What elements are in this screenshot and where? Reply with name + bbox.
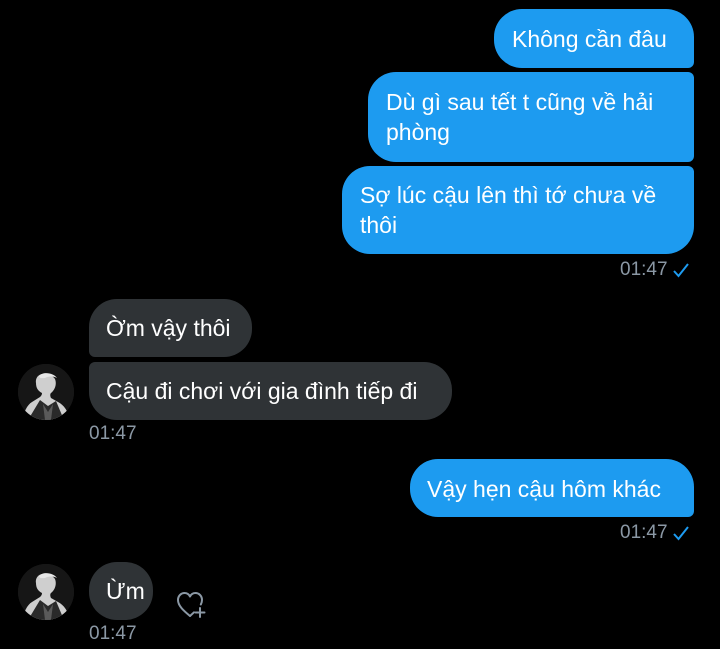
- message-text: Ờm vậy thôi: [106, 315, 231, 341]
- user-avatar[interactable]: [18, 564, 74, 620]
- message-text-line: phòng: [386, 119, 450, 145]
- message-text-line: thôi: [360, 212, 398, 238]
- message-bubble-received[interactable]: Ừm: [89, 562, 153, 620]
- message-text-line: Sợ lúc cậu lên thì tớ chưa về: [360, 182, 657, 208]
- message-timestamp: 01:47: [89, 423, 137, 444]
- message-timestamp: 01:47: [620, 522, 690, 544]
- message-text: Không cần đâu: [512, 26, 667, 52]
- message-bubble-received[interactable]: Ờm vậy thôi: [89, 299, 252, 357]
- user-avatar[interactable]: [18, 364, 74, 420]
- message-timestamp: 01:47: [89, 623, 137, 644]
- message-bubble-sent[interactable]: Không cần đâu: [494, 9, 694, 68]
- message-bubble-sent[interactable]: Vậy hẹn cậu hôm khác: [410, 459, 694, 517]
- message-text: Cậu đi chơi với gia đình tiếp đi: [106, 378, 418, 404]
- avatar-image: [18, 564, 74, 620]
- message-bubble-sent[interactable]: Sợ lúc cậu lên thì tớ chưa về thôi: [342, 166, 694, 254]
- message-bubble-received[interactable]: Cậu đi chơi với gia đình tiếp đi: [89, 362, 452, 420]
- avatar-image: [18, 364, 74, 420]
- heart-plus-icon[interactable]: [175, 590, 209, 620]
- message-timestamp: 01:47: [620, 259, 690, 281]
- message-text: Vậy hẹn cậu hôm khác: [427, 476, 661, 502]
- message-text-line: Dù gì sau tết t cũng về hải: [386, 89, 654, 115]
- message-text: Ừm: [106, 578, 145, 604]
- check-icon: [672, 526, 689, 541]
- check-icon: [672, 263, 689, 278]
- message-bubble-sent[interactable]: Dù gì sau tết t cũng về hải phòng: [368, 72, 694, 162]
